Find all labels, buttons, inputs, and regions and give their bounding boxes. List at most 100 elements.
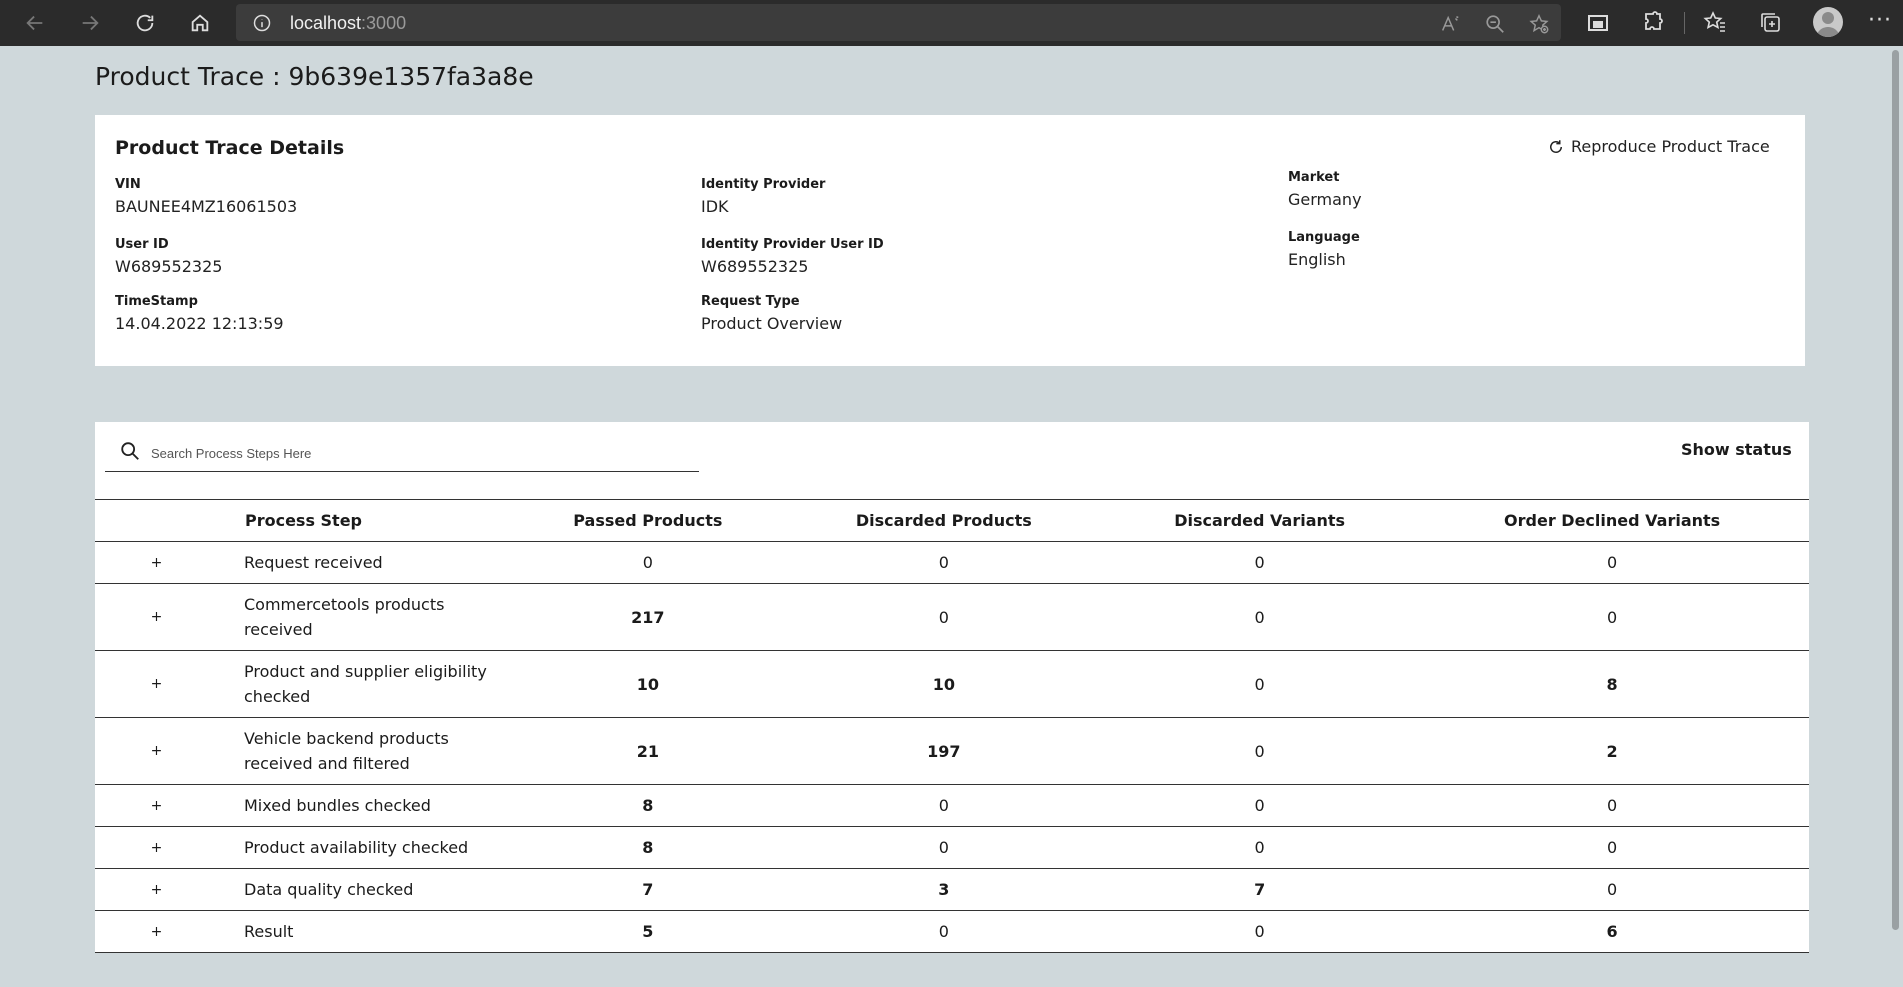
discarded-variants-value: 0 (1104, 541, 1416, 584)
table-header-row: Process Step Passed Products Discarded P… (95, 499, 1809, 542)
toolbar-divider (1684, 12, 1685, 34)
read-aloud-icon[interactable] (1439, 13, 1461, 35)
market-label: Market (1288, 170, 1340, 185)
table-row[interactable]: + Commercetools products received 217 0 … (95, 583, 1809, 651)
passed-products-value: 5 (512, 910, 784, 953)
discarded-variants-value: 0 (1104, 650, 1416, 718)
product-trace-details-card: Product Trace Details Reproduce Product … (95, 115, 1805, 366)
details-title: Product Trace Details (115, 137, 345, 159)
reproduce-product-trace-button[interactable]: Reproduce Product Trace (1547, 137, 1770, 156)
order-declined-variants-value: 0 (1415, 826, 1809, 869)
zoom-out-icon[interactable] (1484, 13, 1506, 35)
home-icon[interactable] (185, 8, 215, 38)
discarded-variants-value: 0 (1104, 583, 1416, 651)
process-steps-table: Process Step Passed Products Discarded P… (95, 499, 1809, 953)
process-step-name: Result (218, 910, 512, 953)
identity-provider-value: IDK (701, 197, 729, 216)
process-step-name: Product availability checked (218, 826, 512, 869)
table-row[interactable]: + Mixed bundles checked 8 0 0 0 (95, 784, 1809, 827)
discarded-variants-value: 0 (1104, 910, 1416, 953)
expand-row-button[interactable]: + (95, 784, 218, 827)
column-header-discarded-products[interactable]: Discarded Products (783, 499, 1105, 542)
discarded-products-value: 3 (783, 868, 1105, 911)
column-header-passed-products[interactable]: Passed Products (512, 499, 784, 542)
column-header-discarded-variants[interactable]: Discarded Variants (1104, 499, 1416, 542)
expand-row-button[interactable]: + (95, 541, 218, 584)
market-value: Germany (1288, 190, 1362, 209)
expand-row-button[interactable]: + (95, 583, 218, 651)
reproduce-label: Reproduce Product Trace (1571, 137, 1770, 156)
expand-row-button[interactable]: + (95, 826, 218, 869)
process-step-name: Vehicle backend products received and fi… (218, 717, 512, 785)
favorite-add-icon[interactable] (1528, 13, 1550, 35)
extensions-icon[interactable] (1641, 10, 1665, 34)
table-row[interactable]: + Vehicle backend products received and … (95, 717, 1809, 785)
forward-icon[interactable] (75, 8, 105, 38)
expand-row-button[interactable]: + (95, 650, 218, 718)
scrollbar-thumb[interactable] (1892, 50, 1899, 930)
table-row[interactable]: + Result 5 0 0 6 (95, 910, 1809, 953)
passed-products-value: 7 (512, 868, 784, 911)
request-type-value: Product Overview (701, 314, 843, 333)
expand-row-button[interactable]: + (95, 910, 218, 953)
request-type-label: Request Type (701, 294, 800, 309)
search-input[interactable] (151, 440, 681, 466)
search-icon (121, 442, 139, 460)
profile-icon (1816, 12, 1840, 37)
order-declined-variants-value: 2 (1415, 717, 1809, 785)
column-header-process-step[interactable]: Process Step (95, 499, 512, 542)
process-step-name: Data quality checked (218, 868, 512, 911)
user-id-value: W689552325 (115, 257, 223, 276)
process-step-name: Request received (218, 541, 512, 584)
vin-label: VIN (115, 177, 141, 192)
discarded-variants-value: 0 (1104, 826, 1416, 869)
passed-products-value: 0 (512, 541, 784, 584)
table-row[interactable]: + Request received 0 0 0 0 (95, 541, 1809, 584)
address-url[interactable]: localhost:3000 (290, 13, 406, 34)
vin-value: BAUNEE4MZ16061503 (115, 197, 298, 216)
order-declined-variants-value: 8 (1415, 650, 1809, 718)
refresh-icon[interactable] (130, 8, 160, 38)
more-menu-icon[interactable]: ··· (1868, 8, 1892, 33)
passed-products-value: 10 (512, 650, 784, 718)
idp-user-id-value: W689552325 (701, 257, 809, 276)
discarded-products-value: 0 (783, 784, 1105, 827)
collections-icon[interactable] (1758, 10, 1782, 34)
tab-actions-icon[interactable] (1586, 10, 1610, 34)
favorites-icon[interactable] (1703, 10, 1727, 34)
info-icon[interactable] (252, 13, 272, 33)
discarded-products-value: 0 (783, 541, 1105, 584)
address-bar[interactable]: localhost:3000 (236, 4, 1561, 41)
process-step-name: Mixed bundles checked (218, 784, 512, 827)
discarded-variants-value: 7 (1104, 868, 1416, 911)
column-header-order-declined-variants[interactable]: Order Declined Variants (1415, 499, 1809, 542)
order-declined-variants-value: 0 (1415, 583, 1809, 651)
passed-products-value: 8 (512, 784, 784, 827)
expand-row-button[interactable]: + (95, 868, 218, 911)
browser-toolbar: localhost:3000 ··· (0, 0, 1903, 46)
table-row[interactable]: + Data quality checked 7 3 7 0 (95, 868, 1809, 911)
order-declined-variants-value: 0 (1415, 541, 1809, 584)
discarded-variants-value: 0 (1104, 784, 1416, 827)
process-steps-card: Show status Process Step Passed Products… (95, 422, 1809, 953)
back-icon[interactable] (20, 8, 50, 38)
show-status-button[interactable]: Show status (1681, 440, 1792, 459)
address-host: localhost (290, 13, 362, 33)
profile-avatar[interactable] (1813, 7, 1843, 37)
discarded-products-value: 0 (783, 826, 1105, 869)
table-row[interactable]: + Product and supplier eligibility check… (95, 650, 1809, 718)
table-row[interactable]: + Product availability checked 8 0 0 0 (95, 826, 1809, 869)
discarded-variants-value: 0 (1104, 717, 1416, 785)
refresh-icon (1550, 139, 1562, 153)
idp-user-id-label: Identity Provider User ID (701, 237, 884, 252)
language-label: Language (1288, 230, 1360, 245)
timestamp-value: 14.04.2022 12:13:59 (115, 314, 284, 333)
expand-row-button[interactable]: + (95, 717, 218, 785)
search-field (105, 434, 699, 472)
process-step-name: Product and supplier eligibility checked (218, 650, 512, 718)
language-value: English (1288, 250, 1346, 269)
user-id-label: User ID (115, 237, 169, 252)
identity-provider-label: Identity Provider (701, 177, 826, 192)
order-declined-variants-value: 0 (1415, 868, 1809, 911)
discarded-products-value: 197 (783, 717, 1105, 785)
